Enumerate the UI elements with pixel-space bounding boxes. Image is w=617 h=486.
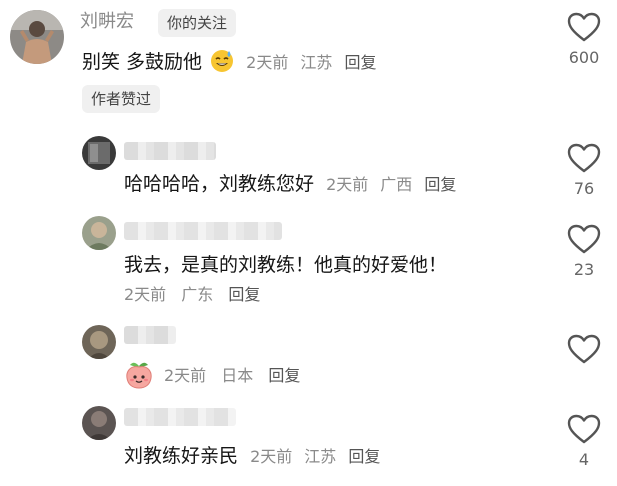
reply-3-location: 日本 (221, 366, 254, 385)
main-comment-location: 江苏 (300, 53, 333, 72)
avatar-reply-1[interactable] (82, 136, 116, 170)
comment-author-name[interactable]: 刘畊宏 (80, 10, 134, 34)
reply-4-like[interactable]: 4 (564, 414, 604, 470)
reply-2-like[interactable]: 23 (564, 224, 604, 280)
reply-2-meta: 2天前 广东 回复 (124, 283, 270, 307)
reply-3-like[interactable] (564, 334, 604, 364)
heart-icon[interactable] (567, 12, 601, 42)
reply-3-time: 2天前 (164, 366, 207, 385)
avatar-reply-2[interactable] (82, 216, 116, 250)
reply-2-text: 我去，是真的刘教练！他真的好爱他！ (124, 254, 448, 276)
reply-1-reply-button[interactable]: 回复 (424, 175, 456, 194)
reply-3-reply-button[interactable]: 回复 (268, 366, 300, 385)
reply-1-location: 广西 (380, 175, 413, 194)
reply-3-meta: 2天前 日本 回复 (164, 364, 310, 388)
avatar-reply-4[interactable] (82, 406, 116, 440)
heart-icon[interactable] (567, 143, 601, 173)
reply-4-location: 江苏 (304, 447, 337, 466)
heart-icon[interactable] (567, 414, 601, 444)
reply-2-time: 2天前 (124, 285, 167, 304)
main-comment-time: 2天前 (246, 53, 289, 72)
reply-4-line: 刘教练好亲民 2天前 江苏 回复 (124, 442, 380, 471)
like-count: 4 (578, 450, 590, 469)
heart-icon[interactable] (567, 224, 601, 254)
peach-sticker-icon (124, 360, 154, 390)
main-comment-like[interactable]: 600 (564, 12, 604, 68)
reply-1-line: 哈哈哈哈，刘教练您好 2天前 广西 回复 (124, 170, 456, 199)
avatar-reply-3[interactable] (82, 325, 116, 359)
reply-1-time: 2天前 (326, 175, 369, 194)
like-count: 23 (573, 260, 595, 279)
blurred-username (124, 142, 216, 160)
reply-4-text: 刘教练好亲民 (124, 445, 239, 467)
reply-2-location: 广东 (181, 285, 214, 304)
reply-2-reply-button[interactable]: 回复 (228, 285, 260, 304)
blurred-username (124, 326, 176, 344)
reply-1-like[interactable]: 76 (564, 143, 604, 199)
main-comment-line: 别笑 多鼓励他 2天前 江苏 回复 (82, 48, 376, 81)
following-tag: 你的关注 (158, 9, 237, 37)
like-count: 600 (568, 48, 600, 67)
heart-icon[interactable] (567, 334, 601, 364)
avatar-main-author[interactable] (10, 10, 64, 64)
author-liked-badge: 作者赞过 (82, 85, 161, 113)
sweat-smile-emoji-icon (210, 49, 234, 81)
blurred-username (124, 408, 236, 426)
like-count: 76 (573, 179, 595, 198)
reply-4-reply-button[interactable]: 回复 (348, 447, 380, 466)
main-comment-text: 别笑 多鼓励他 (82, 51, 203, 73)
blurred-username (124, 222, 282, 240)
reply-4-time: 2天前 (250, 447, 293, 466)
reply-1-text: 哈哈哈哈，刘教练您好 (124, 173, 315, 195)
main-comment-reply-button[interactable]: 回复 (344, 53, 376, 72)
